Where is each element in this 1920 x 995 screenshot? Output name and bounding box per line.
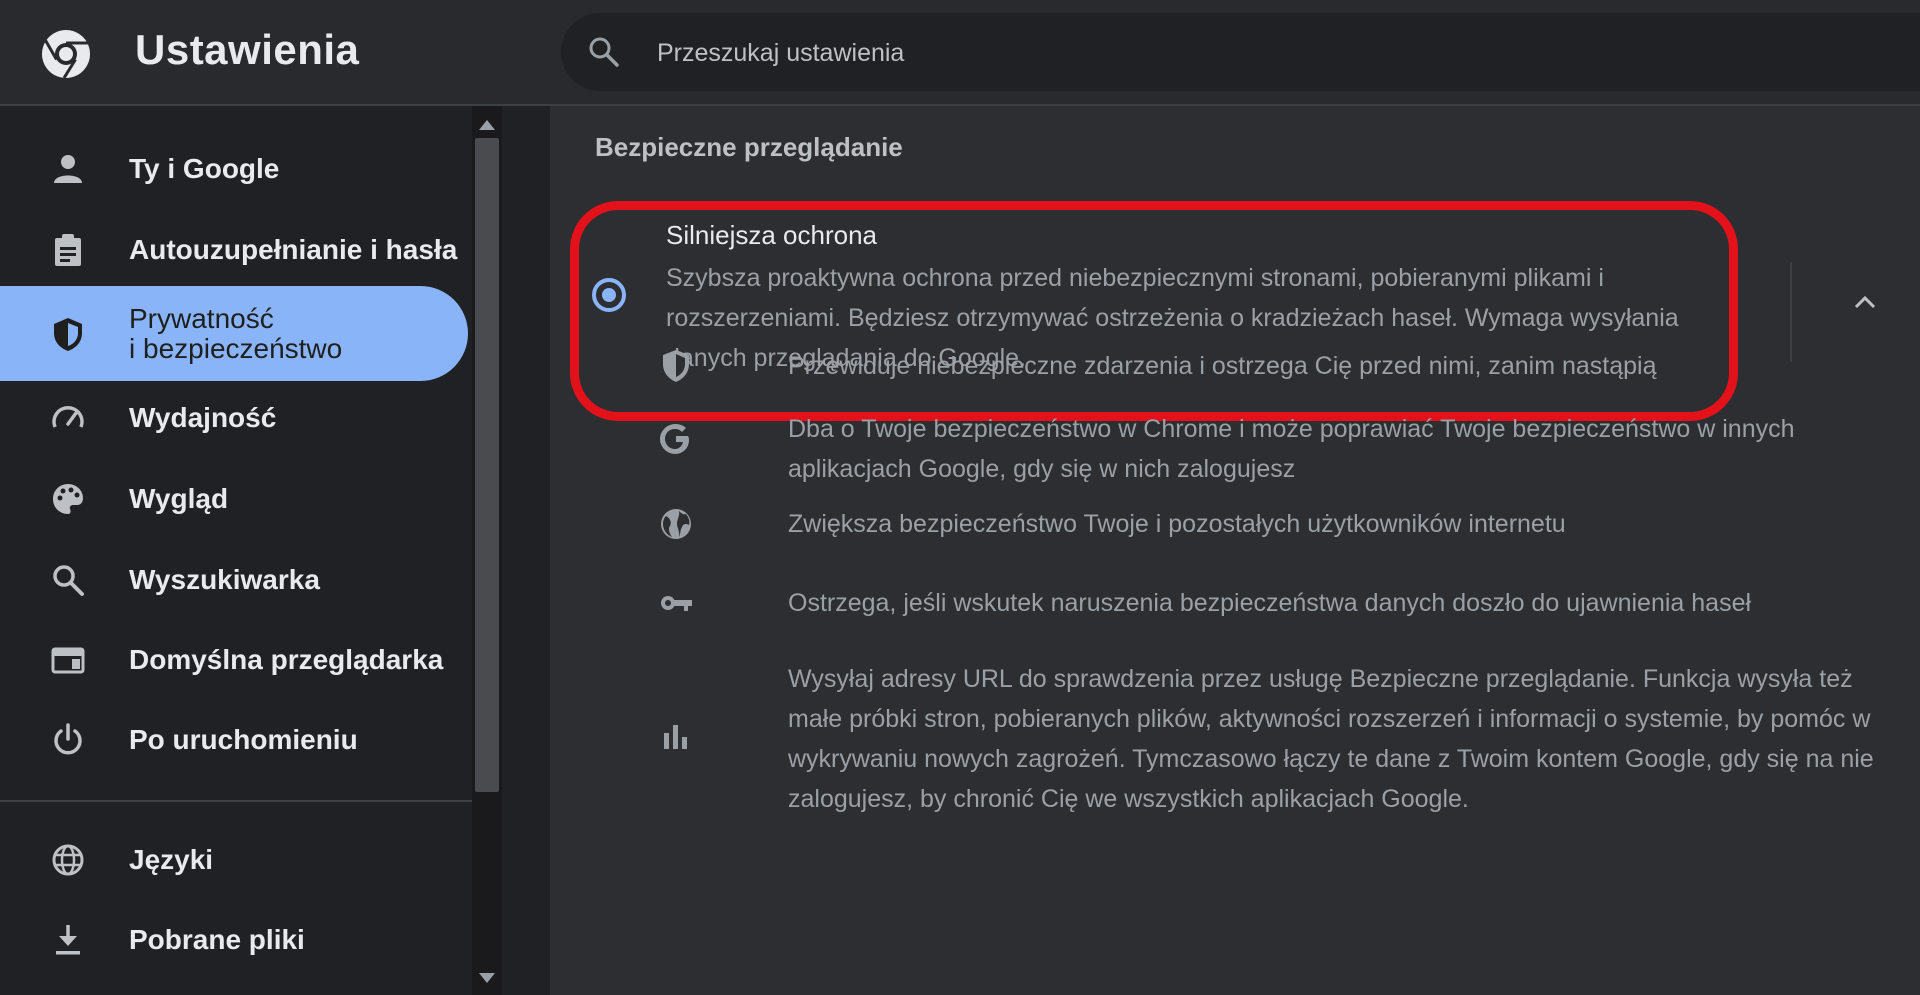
key-icon: [658, 585, 694, 621]
shield-icon: [658, 348, 694, 384]
sidebar-item-label-line2: i bezpieczeństwo: [129, 332, 343, 364]
main-content: Bezpieczne przeglądanie Silniejsza ochro…: [550, 106, 1920, 995]
sidebar-item-label: Wyszukiwarka: [129, 563, 320, 595]
content-gutter: [502, 106, 550, 995]
sidebar-item-downloads[interactable]: Pobrane pliki: [0, 892, 468, 987]
sidebar-scrollbar[interactable]: [472, 106, 502, 995]
sidebar-item-label: Po uruchomieniu: [129, 723, 358, 755]
sidebar-item-label: Ty i Google: [129, 152, 280, 184]
sidebar: Ty i Google Autouzupełnianie i hasła Pry…: [0, 106, 472, 995]
feature-text: Dba o Twoje bezpieczeństwo w Chrome i mo…: [788, 415, 1795, 483]
palette-icon: [50, 481, 86, 517]
top-bar: Ustawienia: [0, 0, 1920, 106]
shield-icon: [50, 316, 86, 352]
clipboard-icon: [50, 232, 86, 268]
feature-text: Wysyłaj adresy URL do sprawdzenia przez …: [788, 665, 1874, 813]
bar-chart-icon: [658, 719, 694, 755]
page-title: Ustawienia: [135, 26, 360, 73]
browser-window-icon: [50, 642, 86, 678]
search-icon[interactable]: [587, 35, 621, 69]
sidebar-item-label: Domyślna przeglądarka: [129, 643, 444, 675]
speedometer-icon: [50, 400, 86, 436]
sidebar-item-autofill[interactable]: Autouzupełnianie i hasła: [0, 202, 468, 297]
globe-icon: [658, 506, 694, 542]
sidebar-divider: [0, 800, 472, 802]
chevron-up-icon: [1854, 295, 1876, 309]
download-icon: [50, 922, 86, 958]
power-icon: [50, 722, 86, 758]
sidebar-item-on-startup[interactable]: Po uruchomieniu: [0, 692, 468, 787]
feature-text: Ostrzega, jeśli wskutek naruszenia bezpi…: [788, 589, 1752, 617]
search-icon: [50, 562, 86, 598]
sidebar-item-label: Wydajność: [129, 401, 277, 433]
person-icon: [50, 151, 86, 187]
sidebar-item-label: Autouzupełnianie i hasła: [129, 233, 458, 265]
sidebar-item-label: Pobrane pliki: [129, 923, 305, 955]
feature-text: Przewiduje niebezpieczne zdarzenia i ost…: [788, 352, 1657, 380]
feature-text: Zwiększa bezpieczeństwo Twoje i pozostał…: [788, 510, 1566, 538]
scrollbar-thumb[interactable]: [475, 138, 499, 792]
scroll-down-arrow-icon[interactable]: [479, 973, 495, 983]
sidebar-item-label-line1: Prywatność: [129, 302, 274, 334]
scroll-up-arrow-icon[interactable]: [479, 120, 495, 130]
chrome-logo-icon: [40, 28, 92, 80]
sidebar-item-label: Wygląd: [129, 482, 229, 514]
option-title[interactable]: Silniejsza ochrona: [666, 220, 877, 251]
radio-selected-dot: [602, 288, 616, 302]
google-g-icon: [658, 421, 694, 457]
section-title: Bezpieczne przeglądanie: [595, 132, 903, 162]
search-box[interactable]: [561, 13, 1920, 91]
enhanced-protection-radio[interactable]: [592, 278, 626, 312]
sidebar-item-privacy-security[interactable]: Prywatność i bezpieczeństwo: [0, 286, 468, 381]
globe-icon: [50, 842, 86, 878]
collapse-button[interactable]: [1845, 282, 1885, 322]
search-input[interactable]: [655, 31, 1659, 75]
sidebar-item-label: Prywatność i bezpieczeństwo: [129, 302, 343, 364]
sidebar-item-label: Języki: [129, 843, 214, 875]
